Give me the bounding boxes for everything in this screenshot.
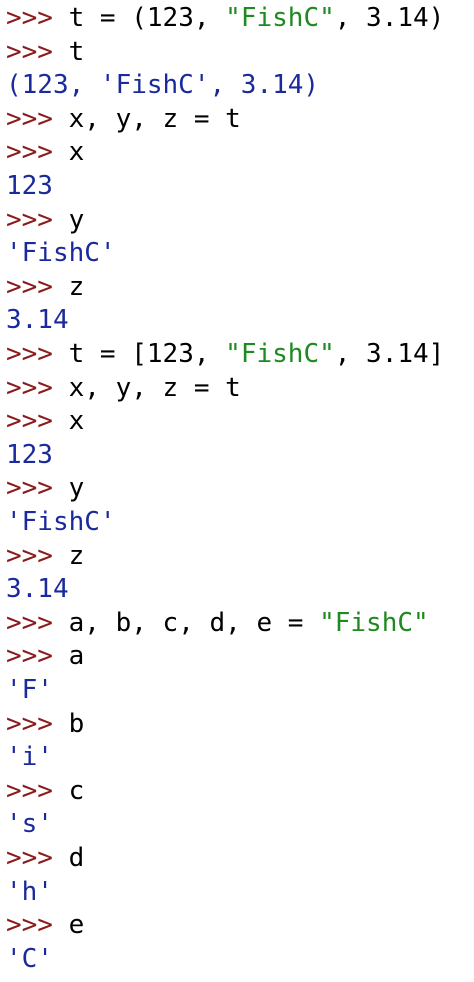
output-line: 'h' (6, 875, 53, 909)
shell-prompt: >>> (6, 473, 69, 504)
code-text: x, y, z = t (68, 372, 241, 403)
output-line: 'FishC' (6, 236, 116, 270)
input-line: >>> x, y, z = t (6, 102, 241, 136)
output-line: 'C' (6, 942, 53, 976)
code-text: t = [123, (68, 339, 226, 369)
shell-prompt: >>> (6, 641, 69, 672)
shell-prompt: >>> (6, 103, 69, 134)
code-text: z (68, 540, 85, 571)
shell-prompt: >>> (6, 36, 69, 67)
output-text: 'FishC' (6, 238, 116, 269)
shell-prompt: >>> (6, 271, 69, 302)
output-text: 'FishC' (6, 507, 116, 537)
shell-prompt: >>> (6, 406, 69, 437)
output-line: 123 (6, 169, 53, 203)
code-text: a, b, c, d, e = (68, 607, 320, 638)
code-text: y (68, 473, 85, 504)
code-text: t (68, 36, 85, 67)
input-line: >>> x, y, z = t (6, 371, 241, 405)
shell-prompt: >>> (6, 339, 69, 369)
shell-prompt: >>> (6, 540, 69, 571)
input-line: >>> z (6, 539, 84, 573)
shell-prompt: >>> (6, 775, 69, 806)
string-literal: "FishC" (319, 607, 429, 638)
input-line: >>> t = [123, "FishC", 3.14] (6, 337, 444, 371)
output-text: 123 (6, 439, 53, 470)
shell-prompt: >>> (6, 3, 69, 33)
input-line: >>> d (6, 841, 84, 875)
python-shell-console[interactable]: >>> t = (123, "FishC", 3.14) >>> t (123, '… (0, 0, 474, 982)
code-text: x (68, 137, 85, 168)
input-line: >>> a, b, c, d, e = "FishC" (6, 606, 429, 640)
code-text: y (68, 204, 85, 235)
output-line: 123 (6, 438, 53, 472)
input-line: >>> y (6, 203, 84, 237)
shell-prompt: >>> (6, 204, 69, 235)
output-line: 3.14 (6, 303, 69, 337)
code-text: e (68, 910, 85, 941)
shell-prompt: >>> (6, 910, 69, 941)
output-text: 3.14 (6, 305, 69, 336)
shell-prompt: >>> (6, 372, 69, 403)
input-line: >>> t (6, 35, 84, 69)
input-line: >>> y (6, 471, 84, 505)
string-literal: "FishC" (225, 339, 335, 369)
shell-prompt: >>> (6, 137, 69, 168)
input-line: >>> e (6, 908, 84, 942)
code-text: z (68, 271, 85, 302)
input-line: >>> x (6, 404, 84, 438)
output-text: 'F' (6, 675, 53, 705)
string-literal: "FishC" (225, 3, 335, 33)
code-text: x, y, z = t (68, 103, 241, 134)
code-text: c (68, 775, 85, 806)
output-line: (123, 'FishC', 3.14) (6, 68, 319, 102)
code-text: x (68, 406, 85, 437)
input-line: >>> a (6, 639, 84, 673)
output-line: 3.14 (6, 572, 69, 606)
output-text: 's' (6, 809, 53, 840)
output-line: 'i' (6, 740, 53, 774)
output-text: (123, 'FishC', 3.14) (6, 70, 320, 101)
output-line: 'F' (6, 673, 53, 707)
code-text: t = (123, (68, 3, 226, 33)
code-text: , 3.14] (334, 339, 445, 369)
shell-prompt: >>> (6, 843, 69, 873)
code-text: a (68, 641, 85, 672)
code-text: , 3.14) (334, 3, 445, 33)
output-text: 'C' (6, 943, 53, 974)
input-line: >>> b (6, 707, 84, 741)
code-text: d (68, 843, 85, 873)
code-text: b (68, 708, 85, 739)
shell-prompt: >>> (6, 708, 69, 739)
shell-prompt: >>> (6, 607, 69, 638)
input-line: >>> c (6, 774, 84, 808)
output-line: 'FishC' (6, 505, 116, 539)
input-line: >>> z (6, 270, 84, 304)
output-text: 123 (6, 171, 53, 201)
input-line: >>> x (6, 135, 84, 169)
output-text: 'h' (6, 876, 53, 907)
output-text: 'i' (6, 742, 53, 773)
input-line: >>> t = (123, "FishC", 3.14) (6, 1, 444, 35)
output-line: 's' (6, 807, 53, 841)
output-text: 3.14 (6, 574, 69, 605)
